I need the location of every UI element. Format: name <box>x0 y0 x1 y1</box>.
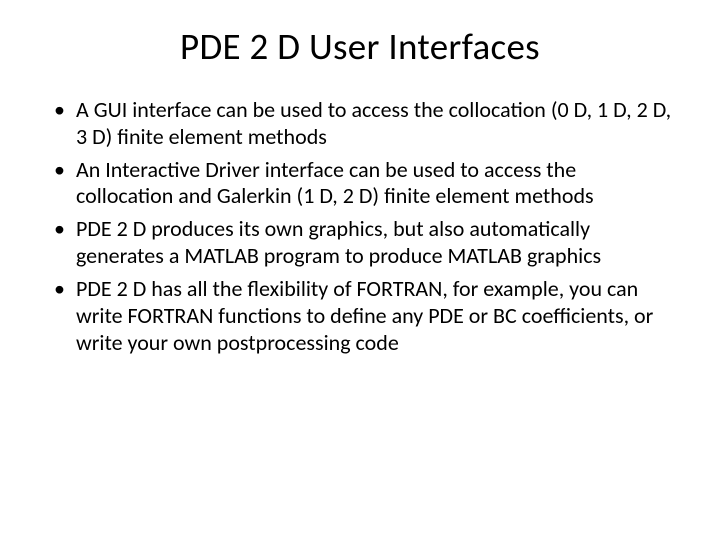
slide: PDE 2 D User Interfaces A GUI interface … <box>0 0 720 540</box>
bullet-list: A GUI interface can be used to access th… <box>48 97 672 356</box>
list-item: PDE 2 D produces its own graphics, but a… <box>48 216 672 270</box>
list-item: A GUI interface can be used to access th… <box>48 97 672 151</box>
list-item: PDE 2 D has all the flexibility of FORTR… <box>48 276 672 356</box>
list-item: An Interactive Driver interface can be u… <box>48 157 672 211</box>
slide-title: PDE 2 D User Interfaces <box>48 24 672 69</box>
